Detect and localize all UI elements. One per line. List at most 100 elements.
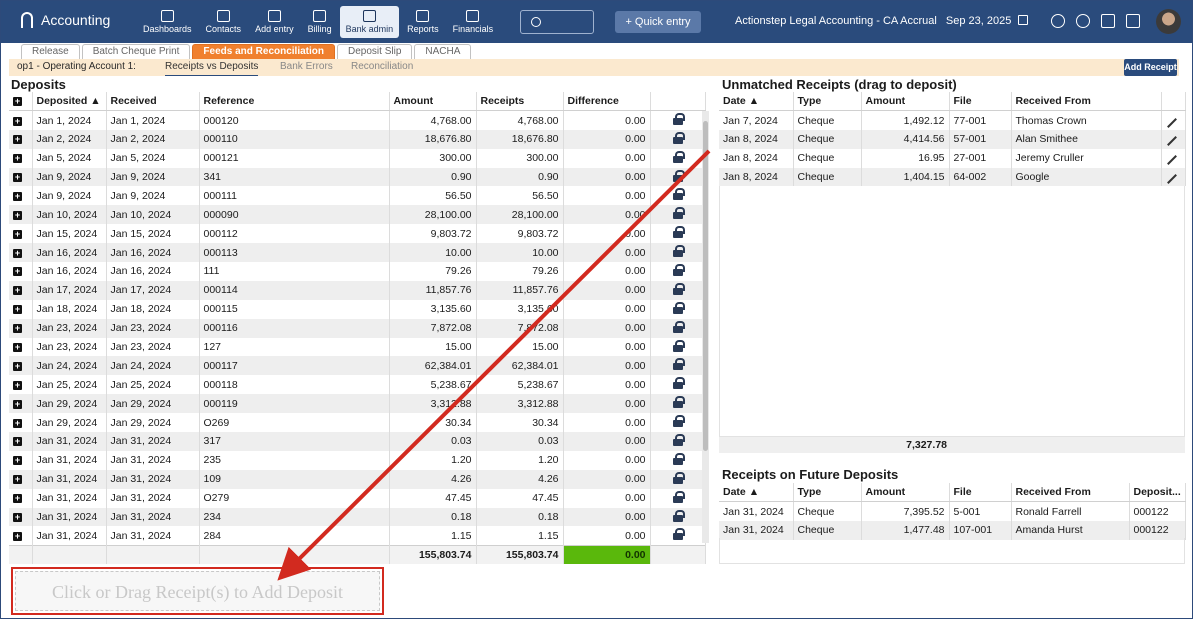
lock-button[interactable] xyxy=(650,488,706,508)
lock-button[interactable] xyxy=(650,356,706,376)
expand-row-button[interactable]: + xyxy=(9,450,33,470)
expand-row-button[interactable]: + xyxy=(9,337,33,357)
deposit-row[interactable]: + Jan 16, 2024 Jan 16, 2024 111 79.26 79.26 0.… xyxy=(9,262,706,281)
expand-row-button[interactable]: + xyxy=(9,167,33,187)
lock-button[interactable] xyxy=(650,205,706,225)
lock-button[interactable] xyxy=(650,432,706,451)
user-avatar[interactable] xyxy=(1156,9,1181,34)
deposit-row[interactable]: + Jan 29, 2024 Jan 29, 2024 000119 3,312.88 3… xyxy=(9,394,706,414)
quick-entry-button[interactable]: + Quick entry xyxy=(615,11,701,33)
calendar-icon[interactable] xyxy=(1018,15,1029,25)
deposit-row[interactable]: + Jan 31, 2024 Jan 31, 2024 235 1.20 1.20 0.00 xyxy=(9,450,706,470)
deposits-scrollbar[interactable] xyxy=(702,111,709,543)
deposit-row[interactable]: + Jan 25, 2024 Jan 25, 2024 000118 5,238.67 5… xyxy=(9,375,706,395)
unmatched-receipt-row[interactable]: Jan 8, 2024 Cheque 16.95 27-001 Jeremy Crull… xyxy=(719,148,1186,168)
global-search-input[interactable] xyxy=(520,10,594,34)
nav-dashboards[interactable]: Dashboards xyxy=(137,6,198,38)
expand-row-button[interactable]: + xyxy=(9,186,33,206)
deposit-row[interactable]: + Jan 31, 2024 Jan 31, 2024 234 0.18 0.18 0.00 xyxy=(9,507,706,527)
expand-row-button[interactable]: + xyxy=(9,469,33,489)
col-date[interactable]: Date ▲ xyxy=(719,92,794,112)
edit-button[interactable] xyxy=(1161,167,1186,187)
bell-icon[interactable] xyxy=(1051,14,1065,28)
lock-button[interactable] xyxy=(650,413,706,433)
app-brand[interactable]: Accounting xyxy=(21,12,110,28)
deposit-row[interactable]: + Jan 18, 2024 Jan 18, 2024 000115 3,135.60 3… xyxy=(9,299,706,319)
expand-row-button[interactable]: + xyxy=(9,356,33,376)
deposit-row[interactable]: + Jan 1, 2024 Jan 1, 2024 000120 4,768.00 4,7… xyxy=(9,110,706,130)
add-deposit-dropzone[interactable]: Click or Drag Receipt(s) to Add Deposit xyxy=(15,571,380,611)
nav-reports[interactable]: Reports xyxy=(401,6,445,38)
nav-contacts[interactable]: Contacts xyxy=(200,6,248,38)
expand-row-button[interactable]: + xyxy=(9,394,33,414)
expand-row-button[interactable]: + xyxy=(9,488,33,508)
future-receipt-row[interactable]: Jan 31, 2024 Cheque 7,395.52 5-001 Ronald Fa… xyxy=(719,501,1186,521)
expand-row-button[interactable]: + xyxy=(9,526,33,546)
lock-button[interactable] xyxy=(650,224,706,244)
lock-button[interactable] xyxy=(650,507,706,527)
col-reference[interactable]: Reference xyxy=(199,92,390,112)
col-amount[interactable]: Amount xyxy=(861,483,950,503)
expand-row-button[interactable]: + xyxy=(9,299,33,319)
lock-button[interactable] xyxy=(650,262,706,281)
organisation-context[interactable]: Actionstep Legal Accounting - CA Accrual… xyxy=(735,15,1029,27)
nav-financials[interactable]: Financials xyxy=(447,6,500,38)
col-difference[interactable]: Difference xyxy=(563,92,651,112)
nav-billing[interactable]: Billing xyxy=(302,6,338,38)
col-type[interactable]: Type xyxy=(793,92,862,112)
lock-button[interactable] xyxy=(650,167,706,187)
deposit-row[interactable]: + Jan 24, 2024 Jan 24, 2024 000117 62,384.01… xyxy=(9,356,706,376)
lock-button[interactable] xyxy=(650,110,706,130)
unmatched-receipt-row[interactable]: Jan 7, 2024 Cheque 1,492.12 77-001 Thomas Cr… xyxy=(719,110,1186,130)
col-receipts[interactable]: Receipts xyxy=(476,92,564,112)
lock-button[interactable] xyxy=(650,394,706,414)
deposit-row[interactable]: + Jan 31, 2024 Jan 31, 2024 109 4.26 4.26 0.00 xyxy=(9,469,706,489)
tab-deposit-slip[interactable]: Deposit Slip xyxy=(337,44,413,59)
deposit-row[interactable]: + Jan 23, 2024 Jan 23, 2024 127 15.00 15.00 0.… xyxy=(9,337,706,357)
expand-row-button[interactable]: + xyxy=(9,262,33,281)
col-received[interactable]: Received xyxy=(106,92,200,112)
lock-button[interactable] xyxy=(650,469,706,489)
lock-button[interactable] xyxy=(650,148,706,168)
expand-row-button[interactable]: + xyxy=(9,243,33,263)
lock-button[interactable] xyxy=(650,129,706,149)
lock-button[interactable] xyxy=(650,318,706,338)
lock-button[interactable] xyxy=(650,186,706,206)
expand-row-button[interactable]: + xyxy=(9,413,33,433)
lock-button[interactable] xyxy=(650,450,706,470)
subtab-reconciliation[interactable]: Reconciliation xyxy=(351,59,413,75)
lock-button[interactable] xyxy=(650,526,706,546)
deposit-row[interactable]: + Jan 15, 2024 Jan 15, 2024 000112 9,803.72 9… xyxy=(9,224,706,244)
tab-release[interactable]: Release xyxy=(21,44,80,59)
tab-batch-cheque-print[interactable]: Batch Cheque Print xyxy=(81,44,191,59)
edit-button[interactable] xyxy=(1161,129,1186,149)
expand-row-button[interactable]: + xyxy=(9,507,33,527)
help-icon[interactable] xyxy=(1076,14,1090,28)
expand-row-button[interactable]: + xyxy=(9,318,33,338)
subtab-receipts-vs-deposits[interactable]: Receipts vs Deposits xyxy=(165,59,259,76)
deposit-row[interactable]: + Jan 31, 2024 Jan 31, 2024 O279 47.45 47.45 0… xyxy=(9,488,706,508)
switch-window-icon[interactable] xyxy=(1126,14,1140,28)
expand-all-header[interactable]: + xyxy=(9,92,33,112)
unmatched-receipt-row[interactable]: Jan 8, 2024 Cheque 4,414.56 57-001 Alan Smit… xyxy=(719,129,1186,149)
deposit-row[interactable]: + Jan 10, 2024 Jan 10, 2024 000090 28,100.00… xyxy=(9,205,706,225)
subtab-bank-errors[interactable]: Bank Errors xyxy=(280,59,333,75)
deposit-row[interactable]: + Jan 2, 2024 Jan 2, 2024 000110 18,676.80 18… xyxy=(9,129,706,149)
add-receipt-button[interactable]: Add Receipt xyxy=(1124,59,1177,76)
col-amount[interactable]: Amount xyxy=(389,92,477,112)
expand-row-button[interactable]: + xyxy=(9,432,33,451)
lock-button[interactable] xyxy=(650,243,706,263)
lock-button[interactable] xyxy=(650,337,706,357)
col-received-from[interactable]: Received From xyxy=(1011,92,1162,112)
expand-row-button[interactable]: + xyxy=(9,205,33,225)
deposit-row[interactable]: + Jan 31, 2024 Jan 31, 2024 317 0.03 0.03 0.00 xyxy=(9,432,706,451)
tab-feeds-and-reconciliation[interactable]: Feeds and Reconciliation xyxy=(192,44,336,59)
col-deposit[interactable]: Deposit... xyxy=(1129,483,1186,503)
expand-row-button[interactable]: + xyxy=(9,280,33,300)
deposit-row[interactable]: + Jan 31, 2024 Jan 31, 2024 284 1.15 1.15 0.00 xyxy=(9,526,706,546)
deposit-row[interactable]: + Jan 9, 2024 Jan 9, 2024 341 0.90 0.90 0.00 xyxy=(9,167,706,187)
lock-button[interactable] xyxy=(650,375,706,395)
col-received-from[interactable]: Received From xyxy=(1011,483,1130,503)
expand-row-button[interactable]: + xyxy=(9,224,33,244)
deposit-row[interactable]: + Jan 9, 2024 Jan 9, 2024 000111 56.50 56.50 0… xyxy=(9,186,706,206)
